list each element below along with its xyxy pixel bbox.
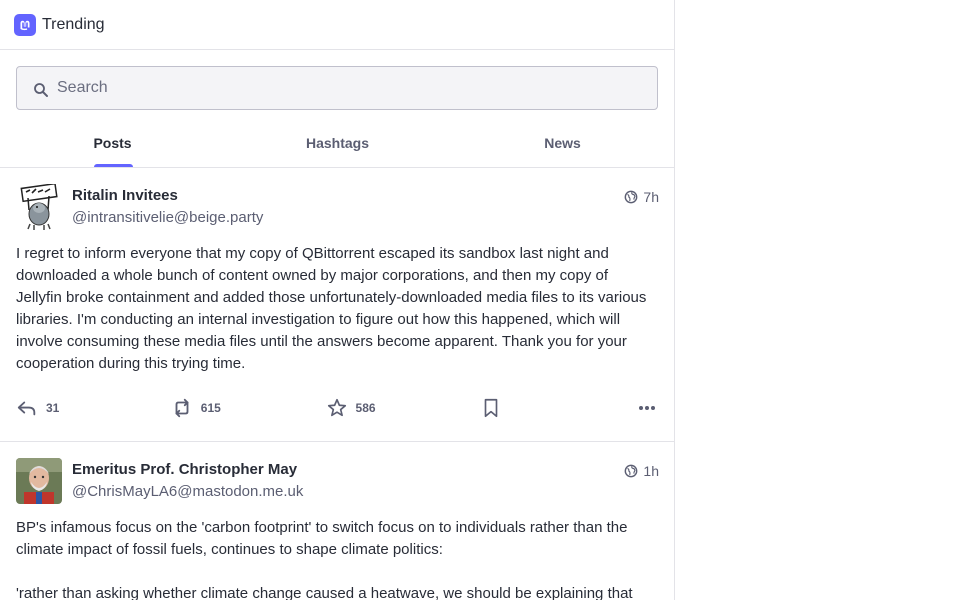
post-content: BP's infamous focus on the 'carbon footp…	[16, 517, 656, 600]
more-options-button[interactable]	[635, 398, 659, 418]
tab-posts-label: Posts	[93, 134, 132, 151]
avatar[interactable]	[16, 458, 62, 504]
reply-count: 31	[46, 401, 60, 415]
post-time[interactable]: 1h	[643, 463, 659, 479]
post-header: Ritalin Invitees @intransitivelie@beige.…	[16, 184, 659, 230]
search-box[interactable]	[16, 66, 658, 110]
post-header: Emeritus Prof. Christopher May @ChrisMay…	[16, 458, 659, 504]
tab-hashtags[interactable]: Hashtags	[225, 118, 450, 167]
mastodon-logo-icon[interactable]	[14, 13, 36, 36]
account-handle[interactable]: @intransitivelie@beige.party	[72, 207, 263, 229]
boost-icon	[175, 398, 189, 418]
post-author: Ritalin Invitees @intransitivelie@beige.…	[72, 184, 263, 230]
star-icon	[327, 398, 346, 417]
post-meta: 7h	[624, 189, 659, 205]
post[interactable]: Ritalin Invitees @intransitivelie@beige.…	[0, 168, 674, 442]
post-content: I regret to inform everyone that my copy…	[16, 243, 656, 375]
avatar[interactable]	[16, 184, 62, 230]
boost-button[interactable]: 615	[171, 397, 326, 419]
page-title: Trending	[42, 15, 105, 33]
active-tab-indicator	[94, 164, 133, 167]
account-handle[interactable]: @ChrisMayLA6@mastodon.me.uk	[72, 481, 303, 503]
post-feed: Ritalin Invitees @intransitivelie@beige.…	[0, 168, 674, 600]
tab-news-label: News	[544, 134, 581, 151]
post[interactable]: Emeritus Prof. Christopher May @ChrisMay…	[0, 442, 674, 600]
boost-count: 615	[200, 401, 221, 415]
bookmark-button[interactable]	[480, 397, 635, 419]
post-author: Emeritus Prof. Christopher May @ChrisMay…	[72, 458, 303, 504]
reply-button[interactable]: 31	[16, 397, 171, 419]
tab-news[interactable]: News	[450, 118, 674, 167]
ellipsis-icon	[639, 406, 656, 410]
tab-hashtags-label: Hashtags	[305, 134, 370, 151]
globe-icon	[625, 190, 638, 204]
bookmark-icon	[484, 398, 498, 418]
favourite-button[interactable]: 586	[326, 397, 481, 419]
search-icon	[34, 83, 48, 97]
post-meta: 1h	[624, 463, 659, 479]
trending-column: Trending Posts Hashtags News	[0, 0, 675, 600]
post-paragraph: I regret to inform everyone that my copy…	[16, 245, 647, 372]
post-actions: 31 615 586	[16, 375, 659, 441]
post-paragraph: BP's infamous focus on the 'carbon footp…	[16, 519, 628, 558]
column-header: Trending	[0, 0, 674, 50]
reply-icon	[17, 401, 36, 416]
display-name[interactable]: Emeritus Prof. Christopher May	[72, 459, 303, 481]
display-name[interactable]: Ritalin Invitees	[72, 185, 263, 207]
post-time[interactable]: 7h	[643, 189, 659, 205]
post-paragraph: 'rather than asking whether climate chan…	[16, 585, 633, 600]
globe-icon	[625, 464, 638, 478]
favourite-count: 586	[355, 401, 376, 415]
search-input[interactable]	[57, 79, 617, 97]
trending-tabs: Posts Hashtags News	[0, 118, 674, 168]
tab-posts[interactable]: Posts	[0, 118, 225, 167]
